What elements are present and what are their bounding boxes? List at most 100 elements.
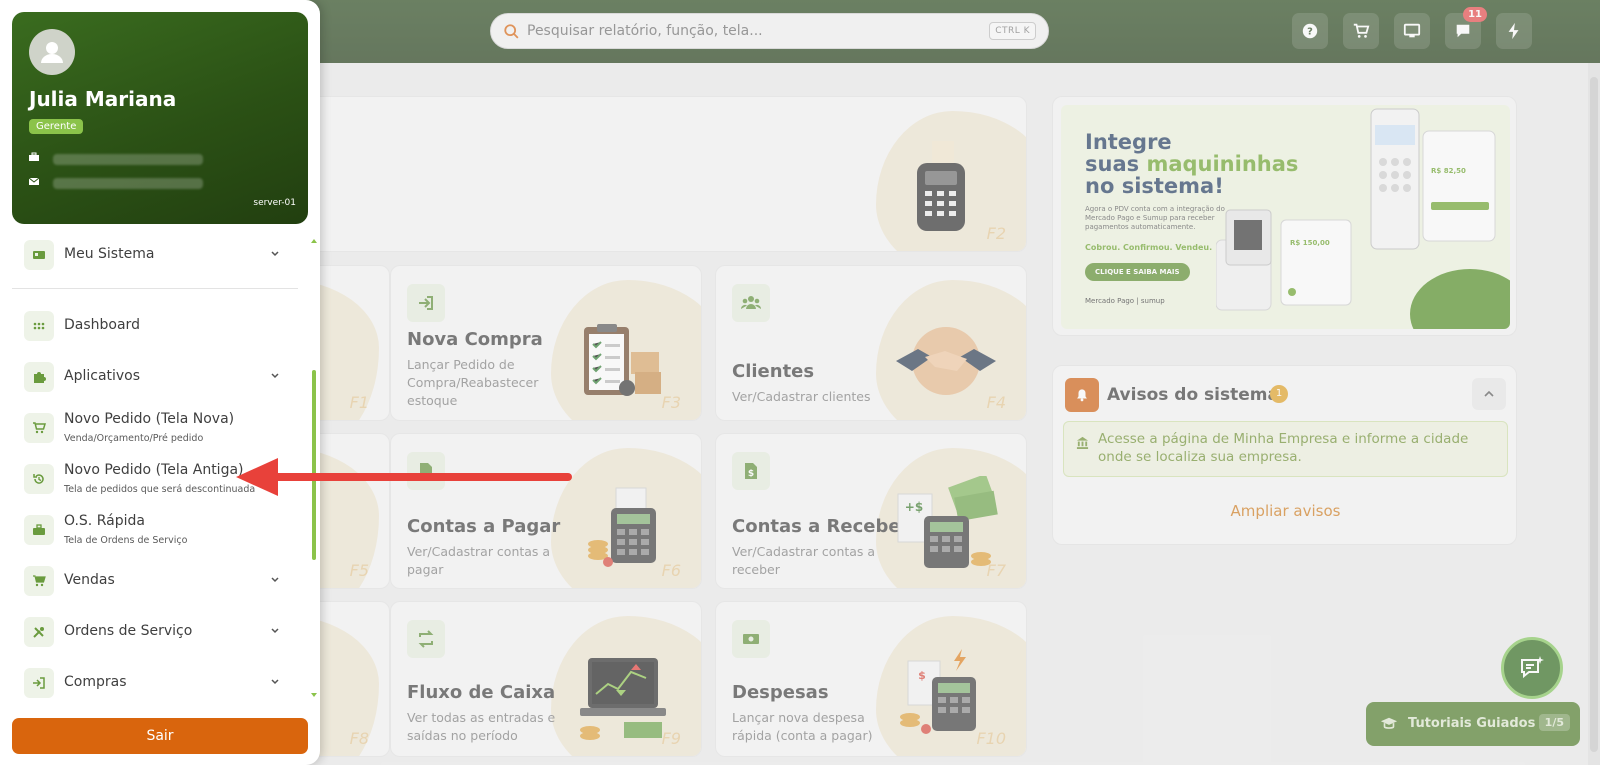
menu-icon-box bbox=[24, 311, 54, 341]
menu-item-novo-pedido-antiga[interactable]: Novo Pedido (Tela Antiga) Tela de pedido… bbox=[12, 457, 298, 501]
menu-sublabel: Venda/Orçamento/Pré pedido bbox=[64, 433, 204, 444]
banner-line1: Integre bbox=[1085, 130, 1172, 154]
card-icon-box bbox=[407, 452, 445, 490]
card-shortcut: F7 bbox=[986, 561, 1006, 580]
banner-logos: Mercado Pago | sumup bbox=[1085, 297, 1165, 305]
card-new-sale[interactable]: F2 bbox=[300, 96, 1027, 252]
card-description: Lançar nova despesa rápida (conta a paga… bbox=[732, 710, 873, 743]
menu-icon-box bbox=[24, 362, 54, 392]
card-icon-box bbox=[407, 620, 445, 658]
avatar[interactable] bbox=[29, 29, 75, 75]
banner-cta-button[interactable]: CLIQUE E SAIBA MAIS bbox=[1085, 263, 1190, 281]
banner-text: Agora o PDV conta com a integração do Me… bbox=[1085, 205, 1225, 231]
system-notices-panel: Avisos do sistema 1 Acesse a página de M… bbox=[1052, 365, 1517, 545]
menu-item-os-rapida[interactable]: O.S. Rápida Tela de Ordens de Serviço bbox=[12, 508, 298, 552]
server-label: server-01 bbox=[253, 198, 296, 208]
card-description: Ver/Cadastrar contas a pagar bbox=[407, 544, 551, 577]
menu-label: Novo Pedido (Tela Nova) bbox=[64, 411, 235, 427]
monitor-button[interactable] bbox=[1394, 13, 1430, 49]
card-nova-compra[interactable]: Nova Compra Lançar Pedido de Compra/Reab… bbox=[390, 265, 702, 421]
expense-calculator-icon: $ bbox=[900, 649, 976, 734]
search-input[interactable]: Pesquisar relatório, função, tela... CTR… bbox=[490, 13, 1049, 49]
help-icon: ? bbox=[1302, 23, 1318, 39]
card-shortcut: F8 bbox=[349, 729, 369, 748]
card-machine-icon: R$ 150,00 bbox=[1216, 209, 1352, 311]
svg-text:?: ? bbox=[1307, 27, 1313, 38]
document-icon bbox=[420, 463, 432, 479]
menu-icon-box bbox=[24, 464, 54, 494]
bell-icon-box bbox=[1065, 378, 1099, 412]
grid-dots-icon bbox=[33, 322, 45, 330]
card-shortcut: F9 bbox=[661, 729, 681, 748]
svg-text:+$: +$ bbox=[905, 500, 923, 514]
menu-label: O.S. Rápida bbox=[64, 513, 145, 529]
expand-notices-link[interactable]: Ampliar avisos bbox=[1053, 502, 1518, 520]
assistant-chat-button[interactable] bbox=[1501, 637, 1563, 699]
messages-button[interactable]: 11 bbox=[1445, 7, 1487, 49]
banner-line3: no sistema! bbox=[1085, 174, 1224, 198]
card-clientes[interactable]: Clientes Ver/Cadastrar clientes F4 bbox=[715, 265, 1027, 421]
menu-label: Ordens de Serviço bbox=[64, 623, 193, 639]
login-arrow-icon bbox=[419, 296, 433, 310]
bell-icon bbox=[1077, 389, 1087, 402]
profile-card: Julia Mariana Gerente server-01 bbox=[12, 12, 308, 224]
chevron-down-icon bbox=[271, 679, 279, 685]
cart-button[interactable] bbox=[1343, 13, 1379, 49]
calculator-coins-icon bbox=[588, 487, 656, 567]
chevron-down-icon bbox=[271, 628, 279, 634]
banner-blob bbox=[1410, 269, 1510, 329]
menu-label: Compras bbox=[64, 674, 127, 690]
banner-line2b: maquininhas bbox=[1146, 152, 1299, 176]
quick-actions-button[interactable] bbox=[1496, 13, 1532, 49]
chevron-up-icon bbox=[1484, 390, 1494, 397]
collapse-button[interactable] bbox=[1472, 378, 1506, 410]
cart-plus-icon bbox=[33, 422, 46, 434]
main-scrollbar-thumb[interactable] bbox=[1590, 77, 1598, 752]
help-button[interactable]: ? bbox=[1292, 13, 1328, 49]
menu-item-compras[interactable]: Compras bbox=[12, 661, 298, 705]
card-description: Ver/Cadastrar contas a receber bbox=[732, 544, 876, 577]
sidebar-scrollbar-thumb[interactable] bbox=[312, 370, 316, 560]
promo-banner[interactable]: Integre suas maquininhas no sistema! Ago… bbox=[1052, 96, 1517, 336]
cart-icon bbox=[1353, 23, 1370, 38]
side-menu: Julia Mariana Gerente server-01 Meu Sist… bbox=[0, 0, 320, 765]
menu-item-novo-pedido-nova[interactable]: Novo Pedido (Tela Nova) Venda/Orçamento/… bbox=[12, 406, 298, 450]
card-icon-box bbox=[732, 284, 770, 322]
card-shortcut: F1 bbox=[349, 393, 369, 412]
menu-sublabel: Tela de pedidos que será descontinuada bbox=[64, 484, 256, 495]
guided-tutorials-button[interactable]: Tutoriais Guiados 1/5 bbox=[1366, 702, 1580, 746]
card-shortcut: F4 bbox=[986, 393, 1006, 412]
card-title: Clientes bbox=[732, 361, 815, 382]
card-description: Ver todas as entradas e saídas no períod… bbox=[407, 710, 556, 743]
notice-message[interactable]: Acesse a página de Minha Empresa e infor… bbox=[1063, 421, 1508, 477]
sidebar-scrollbar[interactable] bbox=[311, 238, 317, 698]
card-contas-receber[interactable]: $ Contas a Receber Ver/Cadastrar contas … bbox=[715, 433, 1027, 589]
card-icon-box: $ bbox=[732, 452, 770, 490]
menu-item-dashboard[interactable]: Dashboard bbox=[12, 304, 298, 348]
svg-text:$: $ bbox=[918, 669, 926, 682]
logout-button[interactable]: Sair bbox=[12, 718, 308, 754]
briefcase-icon bbox=[29, 152, 39, 161]
notices-count-badge: 1 bbox=[1270, 385, 1288, 403]
menu-label: Meu Sistema bbox=[64, 246, 155, 262]
card-fluxo-caixa[interactable]: Fluxo de Caixa Ver todas as entradas e s… bbox=[390, 601, 702, 757]
menu-icon-box bbox=[24, 617, 54, 647]
menu-item-aplicativos[interactable]: Aplicativos bbox=[12, 355, 298, 399]
repeat-icon bbox=[418, 630, 434, 648]
scroll-down-icon bbox=[311, 693, 317, 697]
lightning-icon bbox=[1508, 22, 1519, 40]
menu-item-meu-sistema[interactable]: Meu Sistema bbox=[12, 233, 298, 277]
main-scrollbar[interactable] bbox=[1588, 63, 1600, 765]
card-title: Fluxo de Caixa bbox=[407, 682, 556, 703]
card-shortcut: F2 bbox=[986, 224, 1006, 243]
menu-label: Vendas bbox=[64, 572, 115, 588]
card-despesas[interactable]: Despesas Lançar nova despesa rápida (con… bbox=[715, 601, 1027, 757]
invoice-dollar-icon: $ bbox=[745, 463, 757, 479]
pos-terminal-icon bbox=[917, 141, 965, 231]
handshake-icon bbox=[896, 327, 996, 395]
card-contas-pagar[interactable]: Contas a Pagar Ver/Cadastrar contas a pa… bbox=[390, 433, 702, 589]
card-shortcut: F6 bbox=[661, 561, 681, 580]
menu-item-vendas[interactable]: Vendas bbox=[12, 559, 298, 603]
menu-item-ordens-servico[interactable]: Ordens de Serviço bbox=[12, 610, 298, 654]
menu-label: Novo Pedido (Tela Antiga) bbox=[64, 462, 244, 478]
